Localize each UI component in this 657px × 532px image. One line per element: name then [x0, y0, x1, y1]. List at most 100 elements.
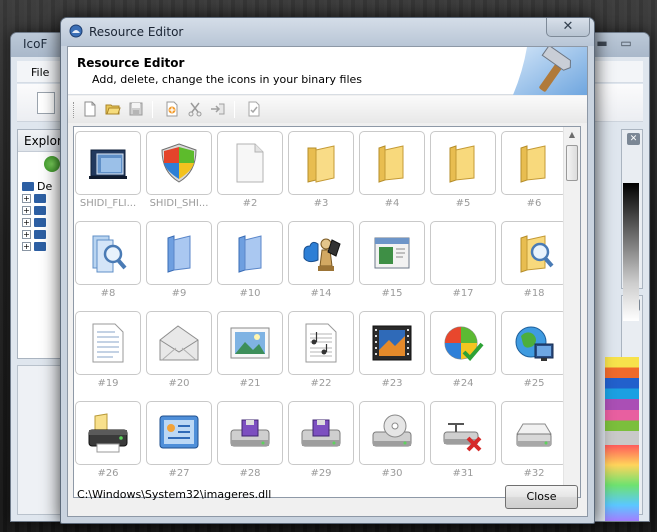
icon-frame[interactable]	[359, 221, 425, 285]
expander-icon[interactable]: +	[22, 229, 31, 239]
new-file-icon[interactable]	[37, 92, 55, 114]
icon-label: #27	[168, 468, 190, 479]
icon-frame[interactable]	[359, 131, 425, 195]
icon-cell[interactable]: #25	[501, 311, 567, 393]
icon-cell[interactable]: #15	[359, 221, 425, 303]
vertical-scrollbar[interactable]: ▲ ▼	[563, 127, 580, 497]
icon-label: #30	[381, 468, 403, 479]
save-button[interactable]	[126, 100, 146, 119]
icon-cell[interactable]: #6	[501, 131, 567, 213]
icon-cell[interactable]: #29	[288, 401, 354, 483]
desktop-icon	[22, 181, 34, 191]
icon-cell[interactable]: #3	[288, 131, 354, 213]
tree-node[interactable]: +	[22, 192, 52, 204]
icon-cell[interactable]: #28	[217, 401, 283, 483]
icon-cell[interactable]: #10	[217, 221, 283, 303]
icon-frame[interactable]	[146, 311, 212, 375]
refresh-icon[interactable]	[44, 156, 60, 172]
icon-frame[interactable]	[359, 311, 425, 375]
icon-frame[interactable]	[217, 221, 283, 285]
close-icon[interactable]: ✕	[627, 133, 640, 145]
icon-frame[interactable]	[288, 221, 354, 285]
color-spectrum[interactable]	[605, 445, 639, 521]
icon-frame[interactable]	[430, 131, 496, 195]
new-button[interactable]	[80, 100, 100, 119]
icon-cell[interactable]: #27	[146, 401, 212, 483]
scroll-thumb[interactable]	[566, 145, 578, 181]
icon-cell[interactable]: #8	[75, 221, 141, 303]
icon-cell[interactable]: #23	[359, 311, 425, 393]
icon-frame[interactable]	[146, 401, 212, 465]
icon-frame[interactable]	[501, 401, 567, 465]
icon-cell[interactable]: #24	[430, 311, 496, 393]
tree-node[interactable]: +	[22, 240, 52, 252]
icon-frame[interactable]	[217, 401, 283, 465]
icon-cell[interactable]: #32	[501, 401, 567, 483]
icon-frame[interactable]	[501, 311, 567, 375]
expander-icon[interactable]: +	[22, 241, 31, 251]
icon-cell[interactable]: SHIDI_FLI...	[75, 131, 141, 213]
icon-frame[interactable]	[359, 401, 425, 465]
icon-cell[interactable]: #26	[75, 401, 141, 483]
icon-frame[interactable]	[430, 311, 496, 375]
icon-cell[interactable]: #5	[430, 131, 496, 213]
add-icon	[166, 101, 178, 117]
properties-button[interactable]	[244, 100, 264, 119]
dialog-toolbar	[68, 96, 587, 123]
open-button[interactable]	[103, 100, 123, 119]
icon-cell[interactable]: #18	[501, 221, 567, 303]
grayscale-swatches[interactable]	[623, 183, 639, 321]
icon-grid-panel[interactable]: SHIDI_FLI... SHIDI_SHI... #2 #3 #4 #5 #6 #8 #9 #1…	[73, 126, 581, 498]
icon-frame[interactable]	[288, 401, 354, 465]
icon-cell[interactable]: #21	[217, 311, 283, 393]
icon-cell[interactable]: #31	[430, 401, 496, 483]
expander-icon[interactable]: +	[22, 205, 31, 215]
cut-button[interactable]	[185, 100, 205, 119]
close-icon[interactable]: ✕	[546, 18, 590, 37]
printer-icon	[88, 413, 128, 453]
icon-cell[interactable]: #22	[288, 311, 354, 393]
close-button[interactable]: Close	[505, 485, 578, 509]
icon-frame[interactable]	[501, 221, 567, 285]
color-palette[interactable]	[605, 357, 639, 445]
icon-frame[interactable]	[75, 311, 141, 375]
icon-cell[interactable]: #20	[146, 311, 212, 393]
network-icon	[515, 326, 554, 361]
menu-file[interactable]: File	[31, 66, 49, 79]
icon-frame[interactable]	[217, 311, 283, 375]
expander-icon[interactable]: +	[22, 193, 31, 203]
toolbar-grip[interactable]	[73, 102, 76, 118]
icon-frame[interactable]	[75, 131, 141, 195]
icon-frame[interactable]	[288, 131, 354, 195]
maximize-button[interactable]: ▭	[615, 35, 637, 51]
icon-frame[interactable]	[288, 311, 354, 375]
icon-cell[interactable]: #2	[217, 131, 283, 213]
icon-frame[interactable]	[217, 131, 283, 195]
icon-frame[interactable]	[75, 221, 141, 285]
icon-cell[interactable]: SHIDI_SHI...	[146, 131, 212, 213]
icon-frame[interactable]	[146, 131, 212, 195]
icon-cell[interactable]: #4	[359, 131, 425, 213]
tree-node[interactable]: +	[22, 204, 52, 216]
hammer-icon	[513, 47, 587, 95]
icon-cell[interactable]: #9	[146, 221, 212, 303]
icon-frame[interactable]	[146, 221, 212, 285]
expander-icon[interactable]: +	[22, 217, 31, 227]
icon-frame[interactable]	[501, 131, 567, 195]
icon-cell[interactable]: #17	[430, 221, 496, 303]
add-button[interactable]	[162, 100, 182, 119]
icon-cell[interactable]: #19	[75, 311, 141, 393]
icon-frame[interactable]	[430, 221, 496, 285]
search-folder-icon	[520, 235, 554, 273]
dialog-titlebar[interactable]: Resource Editor ✕	[61, 18, 594, 46]
icon-frame[interactable]	[430, 401, 496, 465]
replace-button[interactable]	[208, 100, 228, 119]
tree-root[interactable]: De	[22, 180, 52, 193]
tree-node[interactable]: +	[22, 228, 52, 240]
scroll-up-arrow-icon[interactable]: ▲	[564, 127, 580, 143]
icon-cell[interactable]: #14	[288, 221, 354, 303]
tree-node[interactable]: +	[22, 216, 52, 228]
icon-frame[interactable]	[75, 401, 141, 465]
icon-cell[interactable]: #30	[359, 401, 425, 483]
folder-icon	[449, 145, 475, 183]
